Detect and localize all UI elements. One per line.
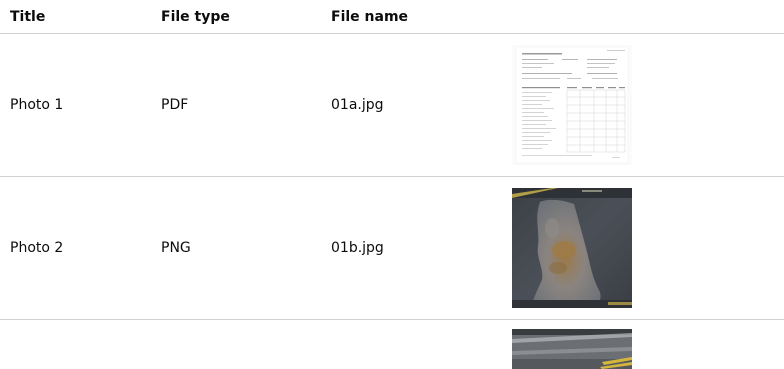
table-row: Photo 2 PNG 01b.jpg	[0, 176, 784, 320]
document-form-thumbnail[interactable]	[512, 45, 632, 165]
column-header-file-name: File name	[321, 0, 504, 34]
column-header-title: Title	[0, 0, 151, 34]
files-table: Title File type File name Photo 1 PDF 01…	[0, 0, 784, 369]
road-markings-photo-thumbnail[interactable]	[512, 329, 632, 369]
road-pothole-photo-thumbnail[interactable]	[512, 188, 632, 308]
table-header: Title File type File name	[0, 0, 784, 34]
cell-title: Photo 1	[0, 33, 151, 177]
column-header-file-type: File type	[151, 0, 321, 34]
cell-file-name: 01a.jpg	[321, 33, 504, 177]
cell-file-name: 01b.jpg	[321, 176, 504, 320]
table-row: Photo 1 PDF 01a.jpg	[0, 33, 784, 177]
table-row	[0, 320, 784, 369]
table-header-row: Title File type File name	[0, 0, 784, 34]
cell-thumbnail	[504, 176, 784, 320]
cell-file-name	[321, 320, 504, 369]
cell-file-type: PDF	[151, 33, 321, 177]
cell-thumbnail	[504, 320, 784, 369]
table-body: Photo 1 PDF 01a.jpg Photo 2 PNG 01b.jpg	[0, 33, 784, 369]
cell-file-type	[151, 320, 321, 369]
column-header-thumbnail	[504, 0, 784, 34]
cell-title	[0, 320, 151, 369]
cell-file-type: PNG	[151, 176, 321, 320]
page: Title File type File name Photo 1 PDF 01…	[0, 0, 784, 369]
cell-thumbnail	[504, 33, 784, 177]
cell-title: Photo 2	[0, 176, 151, 320]
